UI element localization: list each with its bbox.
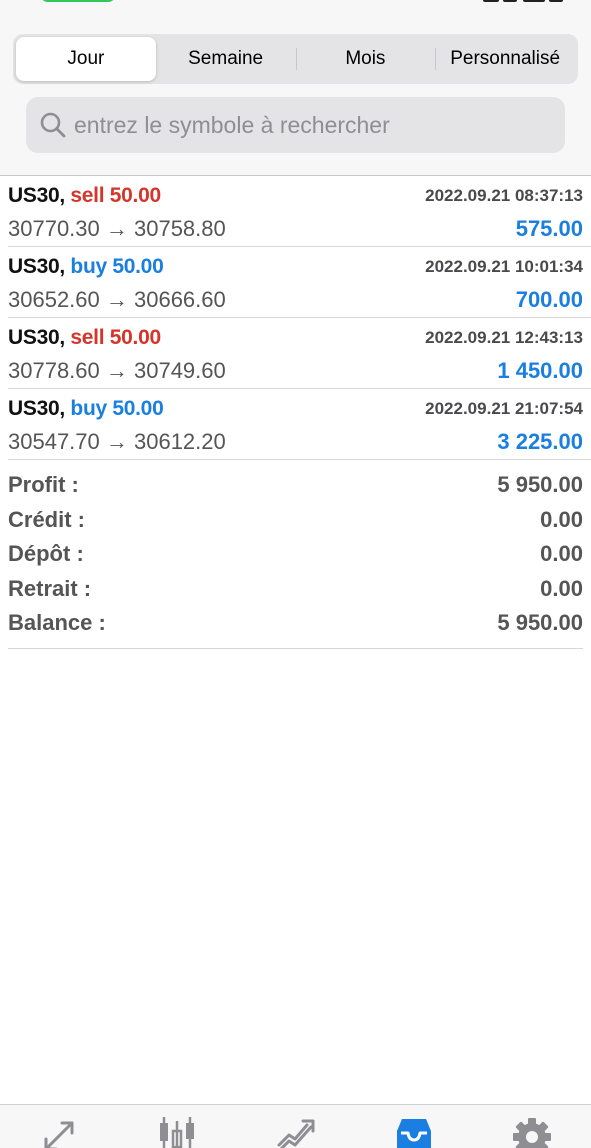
bottom-tab-bar [0,1104,591,1148]
summary-row-profit: Profit : 5 950.00 [8,470,583,505]
tab-trade[interactable] [236,1105,354,1148]
summary-value: 5 950.00 [497,610,583,635]
summary-label: Crédit : [8,506,85,532]
deal-row[interactable]: US30, sell 50.00 2022.09.21 12:43:13 307… [8,318,591,389]
summary-row-balance: Balance : 5 950.00 [8,608,583,643]
deal-prices: 30770.30 → 30758.80 [8,216,226,241]
period-segmented-control: Jour Semaine Mois Personnalisé [13,34,578,84]
deal-symbol: US30, [8,184,65,207]
summary-value: 5 950.00 [497,472,583,497]
summary-value: 0.00 [540,541,583,566]
summary-value: 0.00 [540,575,583,601]
segment-custom[interactable]: Personnalisé [435,37,575,81]
tab-settings[interactable] [473,1105,591,1148]
deal-symbol: US30, [8,326,65,349]
summary-row-credit: Crédit : 0.00 [8,505,583,540]
deal-title: US30, buy 50.00 [8,255,164,279]
deal-time: 2022.09.21 10:01:34 [425,257,583,276]
segment-week[interactable]: Semaine [156,37,296,81]
summary-label: Retrait : [8,575,92,601]
settings-icon [512,1118,551,1148]
status-indicators [483,0,563,2]
deal-profit: 3 225.00 [497,429,583,454]
deal-row[interactable]: US30, buy 50.00 2022.09.21 21:07:54 3054… [8,389,591,460]
header-area: Jour Semaine Mois Personnalisé [0,0,591,175]
divider [8,648,583,649]
summary-row-deposit: Dépôt : 0.00 [8,539,583,574]
deal-symbol: US30, [8,255,65,278]
summary-value: 0.00 [540,506,583,532]
segment-day[interactable]: Jour [16,37,156,81]
deal-time: 2022.09.21 12:43:13 [425,328,583,347]
deal-profit: 1 450.00 [497,358,583,383]
call-indicator-pill [40,0,116,2]
tab-chart[interactable] [118,1105,236,1148]
deal-side-volume: buy 50.00 [70,397,164,420]
deal-side-volume: sell 50.00 [70,326,161,349]
summary-row-withdrawal: Retrait : 0.00 [8,574,583,609]
summary-label: Dépôt : [8,541,84,566]
deal-profit: 700.00 [515,287,583,312]
tab-history[interactable] [355,1105,473,1148]
deal-symbol: US30, [8,397,65,420]
deals-list: US30, sell 50.00 2022.09.21 08:37:13 307… [0,176,591,460]
deal-prices: 30547.70 → 30612.20 [8,429,226,454]
chart-icon [160,1117,195,1148]
deal-row[interactable]: US30, buy 50.00 2022.09.21 10:01:34 3065… [8,247,591,318]
search-icon [40,112,66,138]
deal-title: US30, sell 50.00 [8,326,161,350]
history-icon [396,1119,431,1148]
summary-label: Balance : [8,610,106,635]
deal-side-volume: sell 50.00 [70,184,161,207]
deal-prices: 30778.60 → 30749.60 [8,358,226,383]
search-input[interactable] [74,111,554,139]
segment-month[interactable]: Mois [295,37,436,81]
deal-profit: 575.00 [515,216,583,241]
deal-row[interactable]: US30, sell 50.00 2022.09.21 08:37:13 307… [8,176,591,247]
deal-title: US30, buy 50.00 [8,397,164,421]
quotes-icon [44,1121,74,1148]
trade-icon [277,1119,314,1148]
tab-quotes[interactable] [0,1105,118,1148]
deal-time: 2022.09.21 21:07:54 [425,399,583,418]
deal-prices: 30652.60 → 30666.60 [8,287,226,312]
summary-label: Profit : [8,472,79,497]
deal-side-volume: buy 50.00 [70,255,164,278]
search-bar[interactable] [26,97,565,153]
deal-time: 2022.09.21 08:37:13 [425,186,583,205]
deal-title: US30, sell 50.00 [8,184,161,208]
account-summary: Profit : 5 950.00 Crédit : 0.00 Dépôt : … [8,470,583,643]
